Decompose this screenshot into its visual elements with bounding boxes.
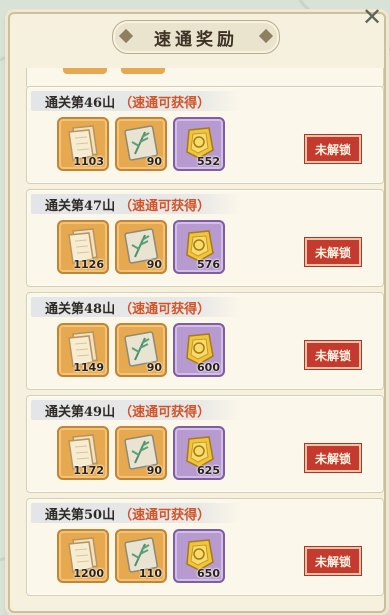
status-label: 未解锁 — [314, 348, 351, 363]
reward-quantity: 1149 — [73, 361, 104, 374]
locked-status-seal: 未解锁 — [305, 341, 361, 369]
stage-header: 通关第47山 （速通可获得） — [31, 194, 241, 214]
stage-reward-card: 通关第50山 （速通可获得） 1200 110 650 未解锁 — [26, 498, 384, 596]
reward-slot[interactable]: 1126 — [57, 220, 109, 274]
reward-quantity: 1172 — [73, 464, 104, 477]
reward-slot[interactable]: 1149 — [57, 323, 109, 377]
stage-reward-card: 通关第46山 （速通可获得） 1103 90 552 未解锁 — [26, 86, 384, 184]
reward-slot[interactable]: 90 — [115, 220, 167, 274]
stage-label: 通关第50山 — [45, 507, 116, 523]
page-title: 速通奖励 — [154, 29, 238, 50]
stage-header: 通关第46山 （速通可获得） — [31, 91, 241, 111]
reward-slot[interactable]: 90 — [115, 323, 167, 377]
speedrun-hint: （速通可获得） — [119, 198, 211, 214]
stage-reward-card: 通关第48山 （速通可获得） 1149 90 600 未解锁 — [26, 292, 384, 390]
stage-reward-card: 通关第47山 （速通可获得） 1126 90 576 未解锁 — [26, 189, 384, 287]
reward-slot[interactable]: 576 — [173, 220, 225, 274]
stage-label: 通关第48山 — [45, 301, 116, 317]
close-icon: ✕ — [361, 3, 383, 31]
reward-slot[interactable]: 110 — [115, 529, 167, 583]
stage-label: 通关第49山 — [45, 404, 116, 420]
reward-slot[interactable]: 600 — [173, 323, 225, 377]
reward-slot[interactable]: 1172 — [57, 426, 109, 480]
reward-slot[interactable]: 552 — [173, 117, 225, 171]
reward-quantity: 110 — [139, 567, 162, 580]
reward-quantity: 600 — [197, 361, 220, 374]
reward-quantity: 1103 — [73, 155, 104, 168]
reward-slot[interactable]: 1103 — [57, 117, 109, 171]
stage-reward-card: 通关第49山 （速通可获得） 1172 90 625 未解锁 — [26, 395, 384, 493]
reward-slot[interactable]: 625 — [173, 426, 225, 480]
stage-header: 通关第48山 （速通可获得） — [31, 297, 241, 317]
status-label: 未解锁 — [314, 245, 351, 260]
rewards-panel: 通关第46山 （速通可获得） 1103 90 552 未解锁 通关第47山 （速… — [8, 12, 386, 613]
close-button[interactable]: ✕ — [359, 4, 385, 30]
reward-slot[interactable]: 90 — [115, 426, 167, 480]
speedrun-hint: （速通可获得） — [119, 507, 211, 523]
reward-quantity: 90 — [146, 155, 162, 168]
reward-slot-partial — [63, 68, 107, 74]
reward-slot[interactable]: 90 — [115, 117, 167, 171]
speedrun-hint: （速通可获得） — [119, 95, 211, 111]
status-label: 未解锁 — [314, 554, 351, 569]
reward-quantity: 650 — [197, 567, 220, 580]
stage-header: 通关第50山 （速通可获得） — [31, 503, 241, 523]
speedrun-hint: （速通可获得） — [119, 404, 211, 420]
stage-label: 通关第46山 — [45, 95, 116, 111]
title-banner: 速通奖励 — [112, 20, 280, 54]
stage-header: 通关第49山 （速通可获得） — [31, 400, 241, 420]
stage-label: 通关第47山 — [45, 198, 116, 214]
locked-status-seal: 未解锁 — [305, 238, 361, 266]
reward-slot-partial — [121, 68, 165, 74]
reward-quantity: 576 — [197, 258, 220, 271]
locked-status-seal: 未解锁 — [305, 547, 361, 575]
stage-list[interactable]: 通关第46山 （速通可获得） 1103 90 552 未解锁 通关第47山 （速… — [18, 14, 384, 611]
reward-quantity: 1200 — [73, 567, 104, 580]
locked-status-seal: 未解锁 — [305, 444, 361, 472]
reward-quantity: 90 — [146, 361, 162, 374]
locked-status-seal: 未解锁 — [305, 135, 361, 163]
reward-quantity: 90 — [146, 464, 162, 477]
speedrun-hint: （速通可获得） — [119, 301, 211, 317]
reward-quantity: 1126 — [73, 258, 104, 271]
status-label: 未解锁 — [314, 142, 351, 157]
reward-slot[interactable]: 650 — [173, 529, 225, 583]
reward-quantity: 552 — [197, 155, 220, 168]
reward-quantity: 625 — [197, 464, 220, 477]
status-label: 未解锁 — [314, 451, 351, 466]
reward-slot[interactable]: 1200 — [57, 529, 109, 583]
reward-quantity: 90 — [146, 258, 162, 271]
